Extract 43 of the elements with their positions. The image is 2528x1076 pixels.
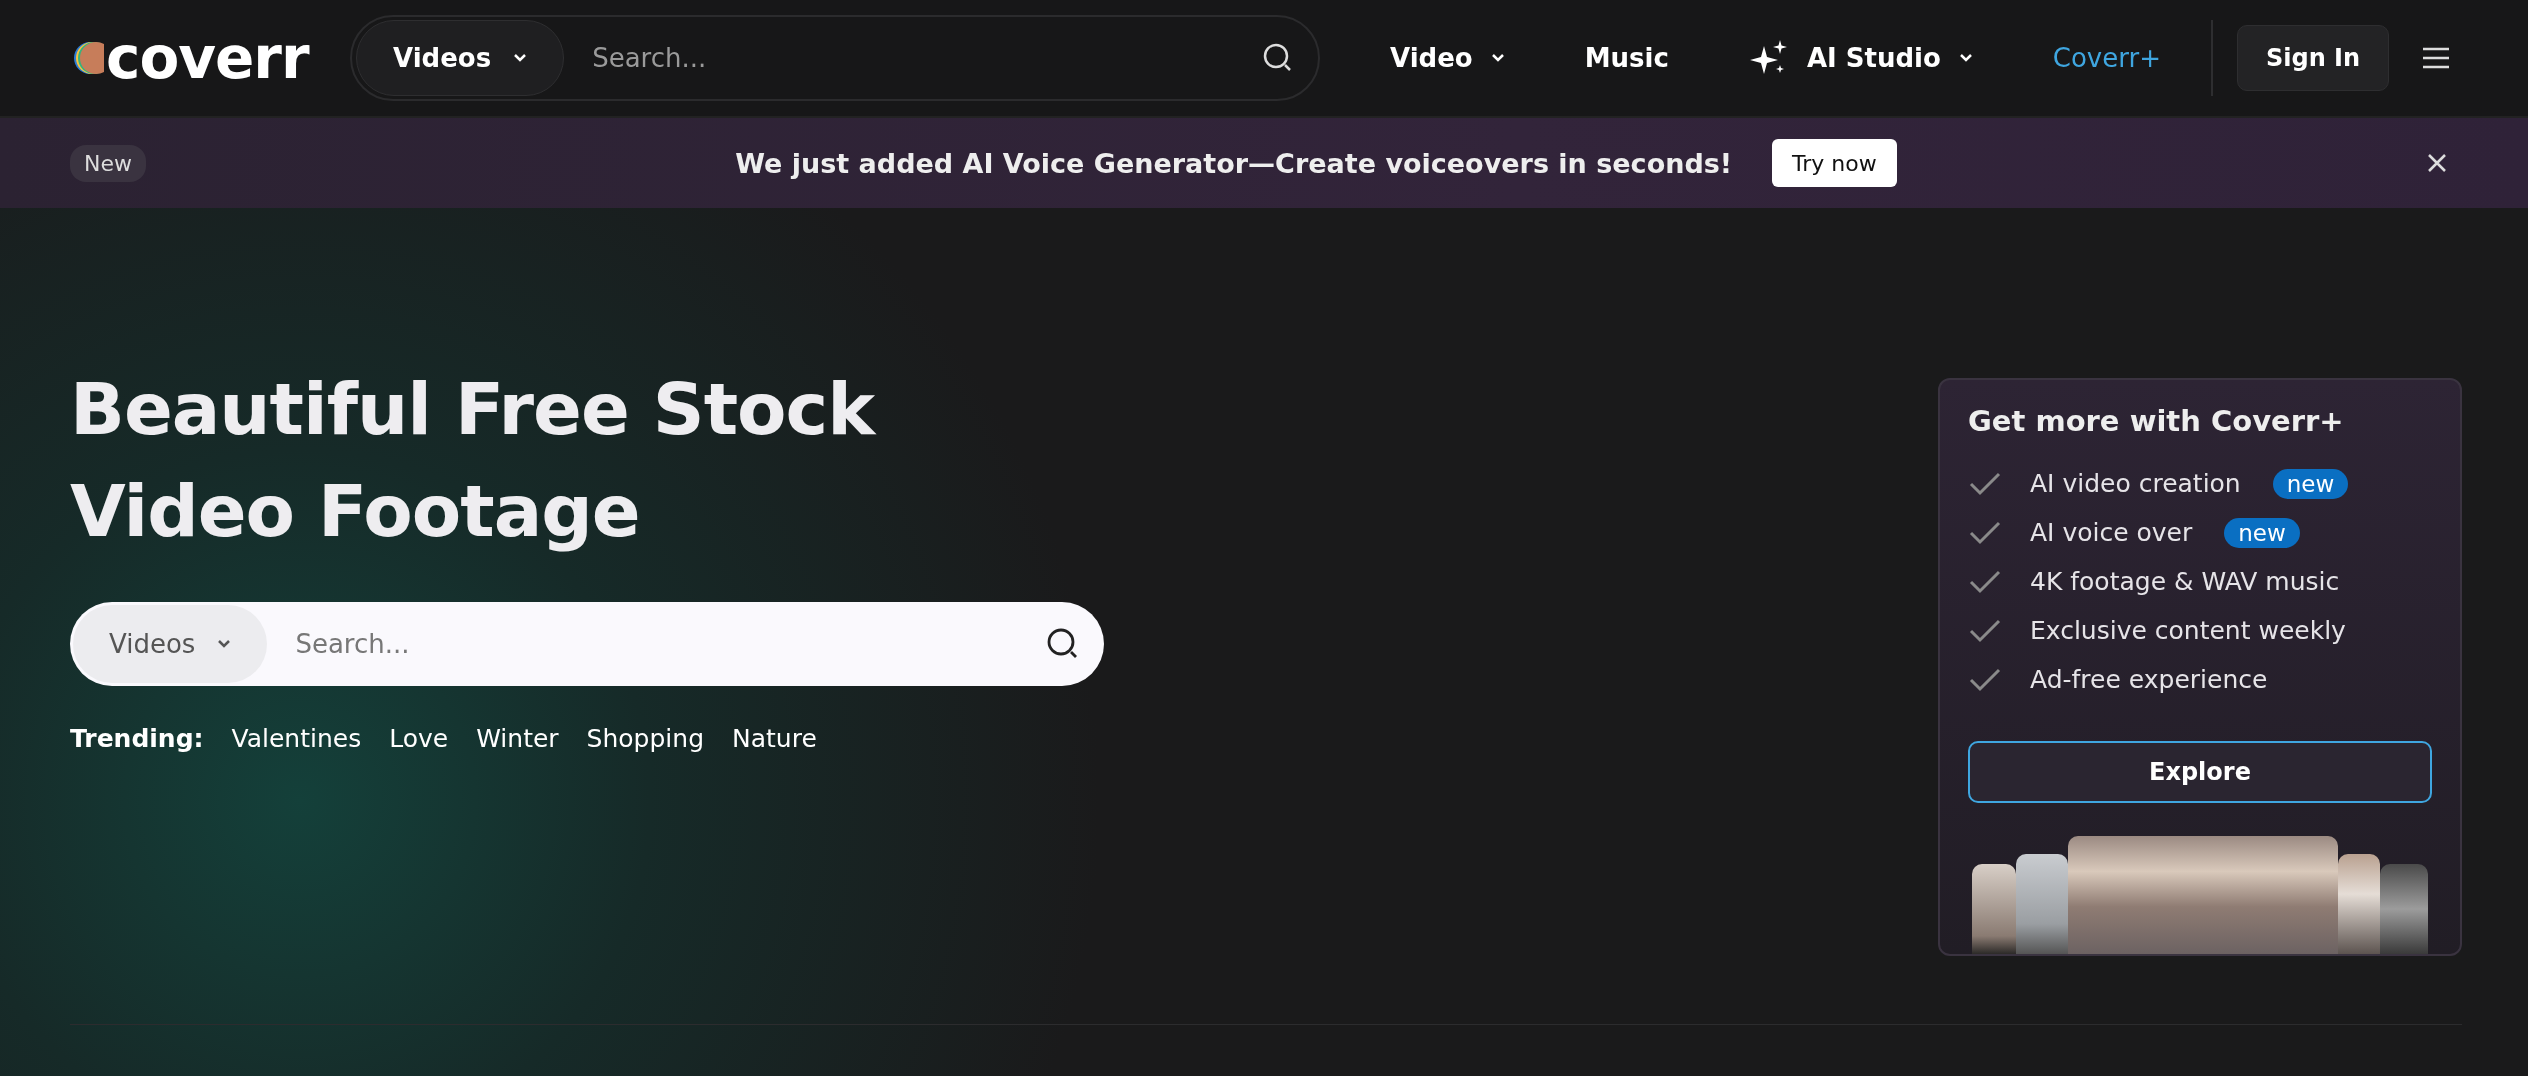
check-icon: [1968, 666, 2002, 693]
nav-link[interactable]: Coverr+: [2052, 43, 2161, 73]
logo-text: coverr: [106, 24, 309, 92]
menu-icon[interactable]: [2421, 46, 2452, 70]
search-input[interactable]: Search...: [564, 43, 1262, 73]
explore-button[interactable]: Explore: [1968, 741, 2432, 803]
caret-icon: [1958, 53, 1973, 63]
trending-link[interactable]: Love: [389, 724, 449, 753]
trending-link[interactable]: Valentines: [231, 724, 362, 753]
coverr-logo[interactable]: coverr: [70, 24, 310, 92]
trending-link[interactable]: Winter: [476, 724, 559, 753]
video-menu[interactable]: Video: [1390, 43, 1505, 73]
new-badge: new: [2272, 468, 2349, 499]
caret-icon: [1490, 53, 1505, 63]
ai-studio-menu[interactable]: AI Studio: [1748, 38, 1973, 78]
caret-icon: [513, 53, 528, 63]
try-now-button[interactable]: Try now: [1772, 139, 1897, 187]
card-title: Get more with Coverr+: [1968, 404, 2345, 438]
announcement-text: We just added AI Voice Generator—Create voiceovers in seconds!: [735, 147, 1733, 179]
check-icon: [1968, 617, 2002, 644]
feature-text: AI voice over: [2030, 518, 2193, 547]
check-icon: [1968, 519, 2002, 546]
close-icon[interactable]: [2426, 152, 2448, 174]
trending-link[interactable]: Nature: [732, 724, 817, 753]
category-dropdown[interactable]: Videos: [73, 605, 268, 683]
check-icon: [1968, 568, 2002, 595]
nav-link[interactable]: Music: [1584, 43, 1669, 73]
feature-text: Ad-free experience: [2030, 665, 2268, 694]
search-input[interactable]: Search...: [267, 629, 1046, 659]
feature-text: Exclusive content weekly: [2030, 616, 2346, 645]
new-badge: New: [70, 144, 146, 182]
hero-title: Beautiful Free Stock Video Footage: [70, 366, 877, 555]
new-badge: new: [2224, 517, 2300, 548]
check-icon: [1968, 470, 2002, 497]
feature-text: 4K footage & WAV music: [2030, 567, 2340, 596]
trending-link[interactable]: Shopping: [586, 724, 704, 753]
search-field[interactable]: Videos Search...: [350, 15, 1320, 101]
trending-label: Trending:: [70, 724, 204, 753]
caret-icon: [217, 639, 232, 649]
sign-in-button[interactable]: Sign In: [2236, 25, 2390, 91]
feature-text: AI video creation: [2030, 469, 2241, 498]
search-field[interactable]: Videos Search...: [70, 602, 1104, 686]
category-dropdown[interactable]: Videos: [356, 20, 565, 96]
